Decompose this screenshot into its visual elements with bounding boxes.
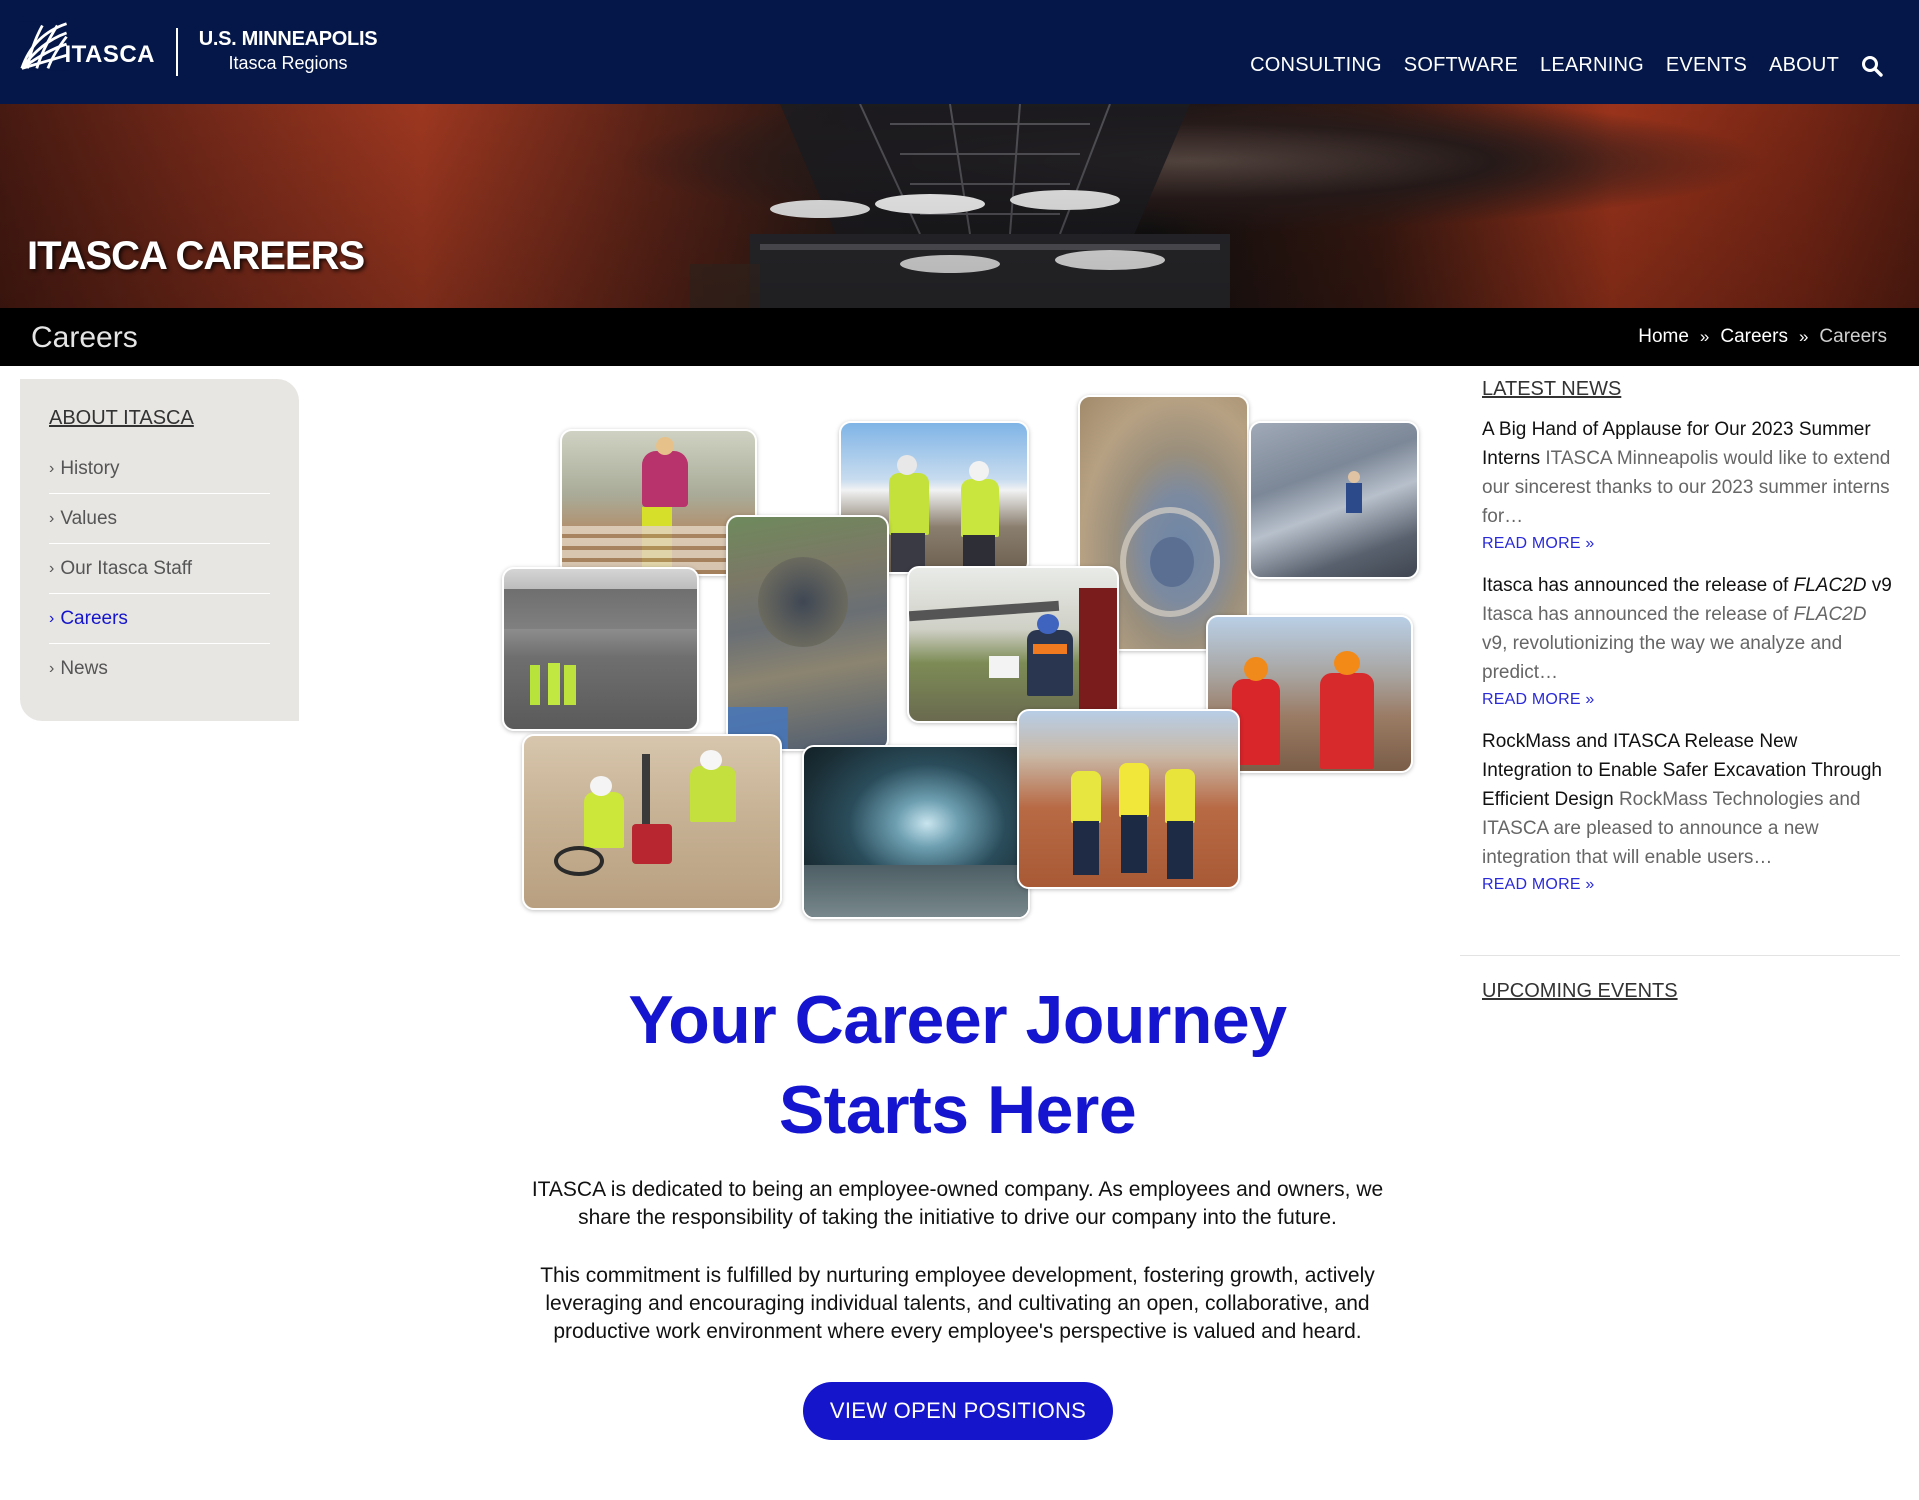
top-navigation-bar: ITASCA U.S. MINNEAPOLIS Itasca Regions C… [0, 0, 1919, 104]
breadcrumb-current: Careers [1819, 326, 1887, 347]
page-title-bar: Careers Home » Careers » Careers [0, 308, 1919, 366]
news-sidebar: LATEST NEWS A Big Hand of Applause for O… [1482, 378, 1892, 912]
chevron-right-icon: › [49, 660, 55, 677]
view-open-positions-button[interactable]: VIEW OPEN POSITIONS [803, 1382, 1113, 1440]
news-excerpt-text: Itasca has announced the release of [1482, 604, 1794, 625]
read-more-link[interactable]: READ MORE » [1482, 872, 1892, 898]
sidebar-item-history[interactable]: › History [49, 444, 270, 494]
news-excerpt: Itasca has announced the release of FLAC… [1482, 604, 1866, 683]
sidebar-item-label: History [60, 457, 120, 479]
sidebar-item-values[interactable]: › Values [49, 494, 270, 544]
news-excerpt-rest: v9, revolutionizing the way we analyze a… [1482, 633, 1843, 683]
chevron-right-icon: › [49, 509, 55, 527]
read-more-link[interactable]: READ MORE » [1482, 531, 1892, 557]
news-list: A Big Hand of Applause for Our 2023 Summ… [1482, 415, 1892, 898]
region-selector[interactable]: U.S. MINNEAPOLIS Itasca Regions [198, 28, 378, 74]
sidebar-item-careers[interactable]: › Careers [49, 594, 270, 644]
collage-photo-core-drilling [522, 734, 782, 910]
logo-divider [176, 28, 178, 76]
news-item: RockMass and ITASCA Release New Integrat… [1482, 727, 1892, 898]
nav-learning[interactable]: LEARNING [1540, 54, 1644, 77]
sidebar-item-label: Careers [60, 607, 128, 629]
region-subtitle: Itasca Regions [228, 53, 348, 73]
sidebar-item-staff[interactable]: › Our Itasca Staff [49, 544, 270, 594]
sidebar-item-news[interactable]: › News [49, 644, 270, 694]
double-chevron-right-icon: » [1699, 327, 1710, 346]
news-excerpt-product: FLAC2D [1793, 604, 1867, 625]
nav-consulting[interactable]: CONSULTING [1250, 54, 1382, 77]
page-title: Careers [31, 321, 138, 354]
news-item: Itasca has announced the release of FLAC… [1482, 571, 1892, 713]
sidebar-item-label: Our Itasca Staff [60, 557, 192, 579]
chevron-right-icon: › [49, 559, 55, 577]
read-more-link[interactable]: READ MORE » [1482, 687, 1892, 713]
news-title[interactable]: Itasca has announced the release of FLAC… [1482, 575, 1892, 596]
news-title-text: Itasca has announced the release of [1482, 575, 1794, 596]
breadcrumb-careers[interactable]: Careers [1720, 326, 1788, 348]
collage-photo-drill-operator [907, 566, 1119, 723]
news-excerpt: ITASCA Minneapolis would like to extend … [1482, 448, 1891, 527]
logo-text: ITASCA [64, 41, 155, 68]
breadcrumb-home[interactable]: Home [1638, 326, 1689, 348]
headline-line-2: Starts Here [778, 1072, 1137, 1148]
search-icon[interactable] [1861, 55, 1883, 77]
itasca-logo[interactable]: ITASCA [20, 18, 155, 74]
collage-photo-rock-slope [1249, 421, 1419, 579]
careers-headline: Your Career Journey Starts Here [520, 975, 1395, 1155]
collage-photo-red-earth-team [1017, 709, 1240, 889]
hero-banner: ITASCA CAREERS [0, 104, 1919, 308]
sidebar-item-label: Values [60, 507, 118, 529]
main-nav: CONSULTING SOFTWARE LEARNING EVENTS ABOU… [1228, 54, 1883, 77]
nav-about[interactable]: ABOUT [1769, 54, 1839, 77]
nav-software[interactable]: SOFTWARE [1404, 54, 1518, 77]
news-title-version: v9 [1866, 575, 1892, 596]
collage-photo-pit-crew-greyscale [502, 567, 699, 731]
collage-photo-mine-site-aerial [726, 515, 889, 751]
hero-title: ITASCA CAREERS [27, 234, 365, 278]
sidebar-divider [1460, 955, 1900, 956]
region-title: U.S. MINNEAPOLIS [198, 28, 378, 50]
breadcrumb: Home » Careers » Careers [1638, 326, 1887, 348]
commitment-paragraph: This commitment is fulfilled by nurturin… [540, 1264, 1375, 1343]
chevron-right-icon: › [49, 609, 55, 627]
latest-news-heading[interactable]: LATEST NEWS [1482, 378, 1892, 401]
upcoming-events-heading[interactable]: UPCOMING EVENTS [1482, 980, 1678, 1003]
headline-line-1: Your Career Journey [628, 982, 1287, 1058]
itasca-logo-mark-icon [20, 21, 69, 71]
nav-events[interactable]: EVENTS [1666, 54, 1747, 77]
careers-photo-collage [500, 393, 1420, 919]
collage-photo-underground-tunnel [802, 745, 1030, 919]
about-sidebar: ABOUT ITASCA › History › Values › Our It… [20, 379, 299, 721]
double-chevron-right-icon: » [1798, 327, 1809, 346]
intro-paragraph: ITASCA is dedicated to being an employee… [531, 1178, 1384, 1229]
sidebar-heading-about-itasca[interactable]: ABOUT ITASCA [49, 407, 270, 430]
sidebar-item-label: News [60, 658, 108, 679]
chevron-right-icon: › [49, 459, 55, 477]
news-title-product: FLAC2D [1793, 575, 1867, 596]
news-item: A Big Hand of Applause for Our 2023 Summ… [1482, 415, 1892, 557]
